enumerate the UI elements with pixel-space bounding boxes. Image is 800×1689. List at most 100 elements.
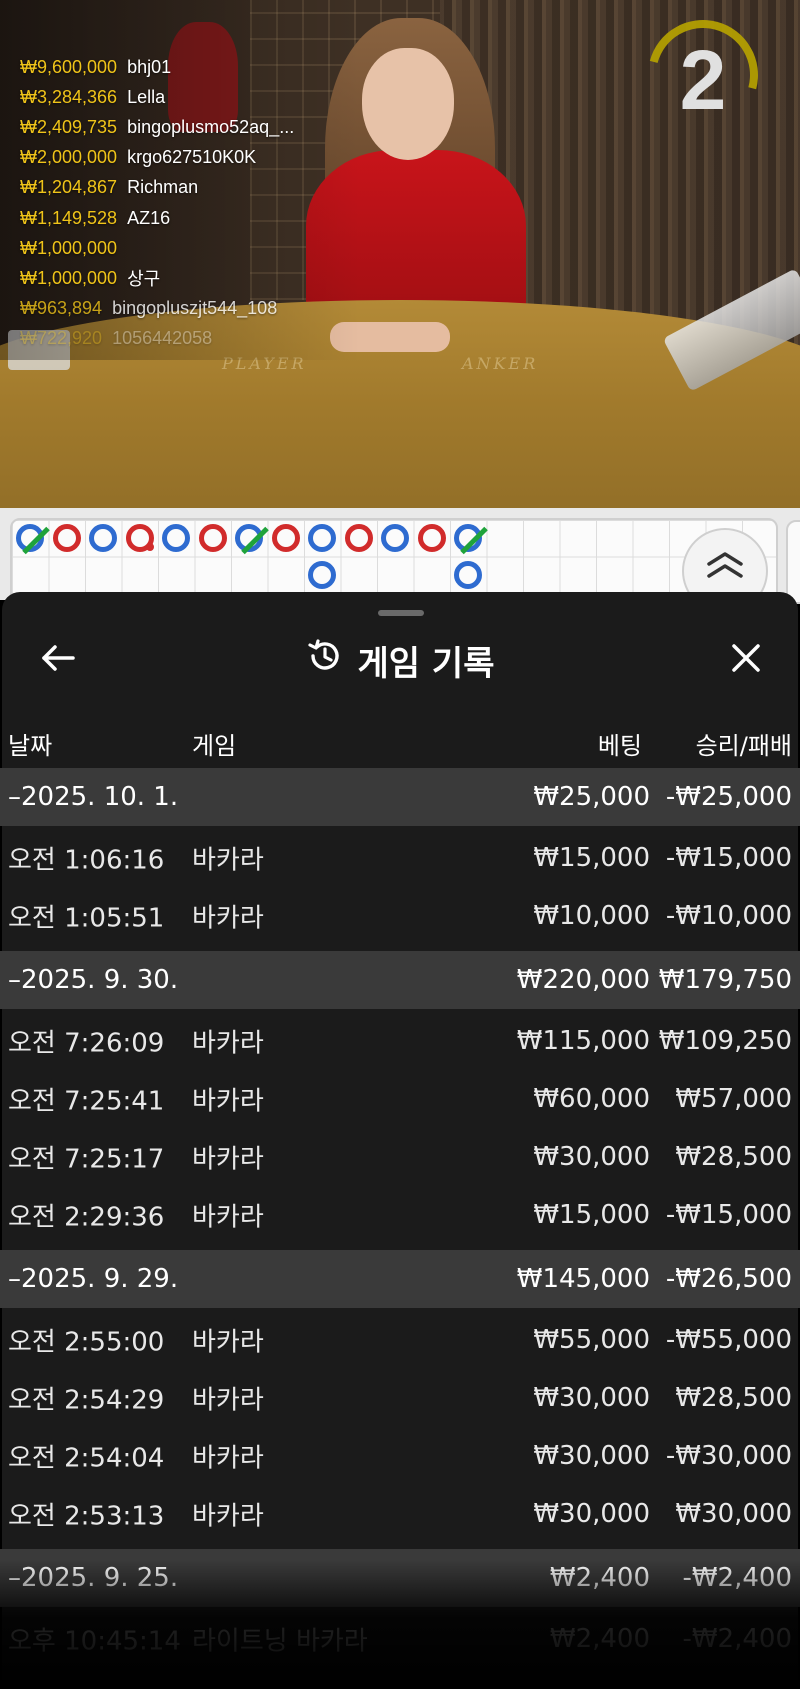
history-row[interactable]: 오전 7:26:09 바카라 ₩115,000 ₩109,250: [0, 1012, 800, 1070]
column-header-bet: 베팅: [597, 732, 642, 760]
history-day-rows: 오전 1:06:16 바카라 ₩15,000 -₩15,000 오전 1:05:51 바카…: [0, 826, 800, 951]
day-total-result: -₩2,400: [682, 1563, 792, 1593]
player-bead: [308, 560, 336, 589]
row-result: -₩10,000: [665, 901, 792, 931]
row-time: 오전 2:55:00: [8, 1327, 165, 1358]
history-day-header[interactable]: –2025. 9. 30. ₩220,000 ₩179,750: [0, 951, 800, 1009]
history-row[interactable]: 오전 7:25:17 바카라 ₩30,000 ₩28,500: [0, 1128, 800, 1186]
banker-bead: [125, 524, 154, 552]
chevron-double-up-icon: [705, 550, 745, 584]
history-row[interactable]: 오전 1:06:16 바카라 ₩15,000 -₩15,000: [0, 829, 800, 887]
sheet-header: 게임 기록: [2, 620, 798, 700]
row-time: 오전 2:29:36: [8, 1202, 165, 1233]
banker-bead: [271, 524, 300, 552]
row-game: 바카라: [192, 903, 264, 934]
player-bead: [162, 524, 190, 552]
next-road-panel[interactable]: [786, 520, 800, 604]
history-row[interactable]: 오후 10:45:14 라이트닝 바카라 ₩2,400 -₩2,400: [0, 1610, 800, 1668]
history-day-rows: 오전 2:55:00 바카라 ₩55,000 -₩55,000 오전 2:54:29 바카…: [0, 1308, 800, 1549]
winner-entry: ₩9,600,000 bhj01: [20, 52, 294, 82]
row-game: 바카라: [192, 845, 264, 876]
round-countdown: 2: [627, 0, 779, 151]
day-total-bet: ₩25,000: [533, 782, 650, 812]
history-list[interactable]: –2025. 10. 1. ₩25,000 -₩25,000 오전 1:06:16 바카…: [0, 768, 800, 1674]
player-bead: [89, 524, 117, 552]
history-row[interactable]: 오전 2:29:36 바카라 ₩15,000 -₩15,000: [0, 1186, 800, 1244]
winner-amount: ₩1,000,000: [20, 237, 118, 258]
row-game: 바카라: [192, 1501, 264, 1532]
winner-name: 1056442058: [112, 328, 213, 349]
history-row[interactable]: 오전 2:54:04 바카라 ₩30,000 -₩30,000: [0, 1427, 800, 1485]
row-bet: ₩15,000: [533, 1200, 650, 1230]
row-time: 오전 7:25:17: [8, 1144, 165, 1175]
winner-amount: ₩722,920: [20, 328, 103, 349]
winner-entry: ₩1,149,528 AZ16: [20, 203, 294, 233]
row-result: -₩15,000: [665, 843, 792, 873]
winner-amount: ₩2,000,000: [20, 147, 118, 168]
row-game: 바카라: [192, 1144, 264, 1175]
day-date: –2025. 9. 30.: [8, 965, 179, 995]
row-game: 라이트닝 바카라: [192, 1626, 368, 1657]
banker-bead: [417, 524, 446, 552]
winner-amount: ₩2,409,735: [20, 116, 118, 137]
winner-amount: ₩1,000,000: [20, 267, 118, 288]
winner-entry: ₩1,204,867 Richman: [20, 173, 294, 203]
close-button[interactable]: [716, 630, 776, 690]
winner-entry: ₩2,000,000 krgo627510K0K: [20, 143, 294, 173]
row-time: 오전 7:25:41: [8, 1086, 165, 1117]
row-game: 바카라: [192, 1443, 264, 1474]
row-game: 바카라: [192, 1385, 264, 1416]
bead-road[interactable]: [0, 508, 800, 612]
column-header-date: 날짜: [8, 732, 53, 760]
history-row[interactable]: 오전 2:53:13 바카라 ₩30,000 ₩30,000: [0, 1485, 800, 1543]
history-day-header[interactable]: –2025. 10. 1. ₩25,000 -₩25,000: [0, 768, 800, 826]
row-bet: ₩2,400: [549, 1624, 650, 1654]
history-day-rows: 오전 7:26:09 바카라 ₩115,000 ₩109,250 오전 7:25:41 바…: [0, 1009, 800, 1250]
day-total-bet: ₩220,000: [516, 965, 650, 995]
winner-entry: ₩2,409,735 bingoplusmo52aq_...: [20, 112, 294, 142]
winner-amount: ₩3,284,366: [20, 86, 118, 107]
history-row[interactable]: 오전 2:55:00 바카라 ₩55,000 -₩55,000: [0, 1311, 800, 1369]
day-date: –2025. 10. 1.: [8, 782, 179, 812]
history-row[interactable]: 오전 2:54:29 바카라 ₩30,000 ₩28,500: [0, 1369, 800, 1427]
row-bet: ₩10,000: [533, 901, 650, 931]
history-column-headers: 날짜 게임 베팅 승리/패배: [0, 718, 800, 768]
row-bet: ₩30,000: [533, 1142, 650, 1172]
history-row[interactable]: 오전 7:25:41 바카라 ₩60,000 ₩57,000: [0, 1070, 800, 1128]
row-game: 바카라: [192, 1202, 264, 1233]
column-header-game: 게임: [192, 732, 237, 760]
day-total-bet: ₩2,400: [549, 1563, 650, 1593]
player-bead: [454, 560, 482, 589]
countdown-number: 2: [679, 33, 727, 127]
banker-bead: [52, 524, 81, 552]
row-result: ₩109,250: [658, 1026, 792, 1056]
history-row[interactable]: 오전 1:05:51 바카라 ₩10,000 -₩10,000: [0, 887, 800, 945]
row-bet: ₩30,000: [533, 1441, 650, 1471]
history-day-header[interactable]: –2025. 9. 25. ₩2,400 -₩2,400: [0, 1549, 800, 1607]
sheet-drag-handle[interactable]: [378, 610, 424, 616]
winner-entry: ₩1,000,000 상구: [20, 263, 294, 293]
sheet-title: 게임 기록: [2, 620, 798, 700]
day-date: –2025. 9. 29.: [8, 1264, 179, 1294]
day-total-bet: ₩145,000: [516, 1264, 650, 1294]
row-time: 오전 2:53:13: [8, 1501, 165, 1532]
winner-name: Richman: [127, 177, 199, 198]
history-day-header[interactable]: –2025. 9. 29. ₩145,000 -₩26,500: [0, 1250, 800, 1308]
winner-entry: ₩3,284,366 Lella: [20, 82, 294, 112]
history-day-rows: 오후 10:45:14 라이트닝 바카라 ₩2,400 -₩2,400: [0, 1607, 800, 1674]
row-game: 바카라: [192, 1327, 264, 1358]
day-date: –2025. 9. 25.: [8, 1563, 179, 1593]
table-label-banker: ANKER: [462, 354, 539, 373]
row-bet: ₩30,000: [533, 1383, 650, 1413]
row-time: 오후 10:45:14: [8, 1626, 181, 1657]
row-result: ₩57,000: [675, 1084, 792, 1114]
sheet-title-text: 게임 기록: [357, 643, 495, 684]
row-bet: ₩115,000: [516, 1026, 650, 1056]
column-header-result: 승리/패배: [695, 732, 792, 760]
back-button[interactable]: [28, 630, 88, 690]
winner-name: krgo627510K0K: [127, 147, 257, 168]
winner-name: bingopluszjt544_108: [112, 298, 278, 319]
row-result: ₩28,500: [675, 1142, 792, 1172]
day-total-result: -₩26,500: [665, 1264, 792, 1294]
row-time: 오전 2:54:04: [8, 1443, 165, 1474]
